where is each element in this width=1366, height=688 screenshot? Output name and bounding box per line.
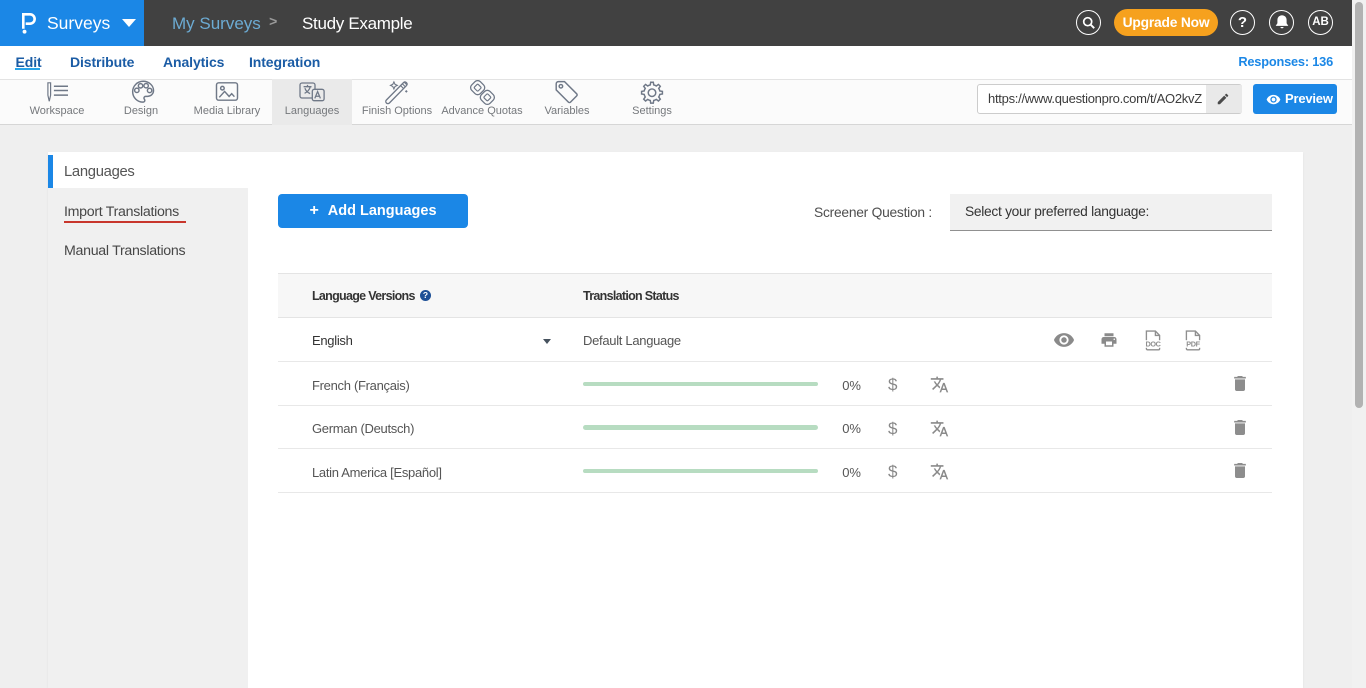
svg-text:PDF: PDF bbox=[1186, 339, 1200, 348]
svg-text:DOC: DOC bbox=[1145, 339, 1161, 348]
